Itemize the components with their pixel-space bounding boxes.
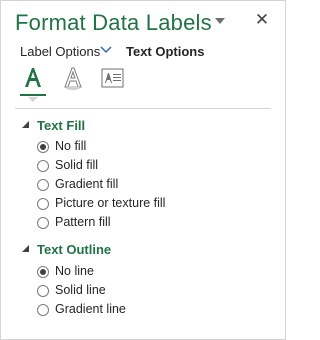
divider bbox=[15, 108, 271, 109]
tab-text-options[interactable]: Text Options bbox=[126, 44, 204, 59]
selected-notch bbox=[28, 97, 38, 102]
selected-underline bbox=[20, 94, 46, 96]
text-effects-icon[interactable] bbox=[60, 65, 86, 93]
radio-button[interactable] bbox=[37, 285, 49, 297]
radio-button[interactable] bbox=[37, 266, 49, 278]
collapse-triangle-icon bbox=[22, 245, 29, 252]
text-fill-outline-icon[interactable] bbox=[20, 65, 46, 102]
chevron-down-icon[interactable] bbox=[100, 46, 112, 54]
radio-button[interactable] bbox=[37, 198, 49, 210]
radio-button[interactable] bbox=[37, 141, 49, 153]
format-data-labels-pane: Format Data Labels ✕ Label Options Text … bbox=[0, 0, 286, 340]
radio-button[interactable] bbox=[37, 160, 49, 172]
textbox-icon[interactable] bbox=[100, 65, 126, 93]
radio-label: Pattern fill bbox=[55, 215, 111, 229]
pane-title: Format Data Labels bbox=[15, 10, 212, 35]
radio-button[interactable] bbox=[37, 304, 49, 316]
radio-label: Solid line bbox=[55, 283, 106, 297]
section-heading-text-outline: Text Outline bbox=[37, 242, 112, 257]
radio-label: Solid fill bbox=[55, 158, 99, 172]
close-icon[interactable]: ✕ bbox=[254, 11, 270, 28]
radio-label: No line bbox=[55, 264, 94, 278]
radio-button[interactable] bbox=[37, 217, 49, 229]
tab-label-options[interactable]: Label Options bbox=[20, 44, 100, 59]
radio-label: Gradient line bbox=[55, 302, 126, 316]
radio-button[interactable] bbox=[37, 179, 49, 191]
radio-label: No fill bbox=[55, 139, 87, 153]
collapse-triangle-icon bbox=[22, 121, 29, 128]
radio-label: Picture or texture fill bbox=[55, 196, 166, 210]
section-heading-text-fill: Text Fill bbox=[37, 118, 86, 133]
radio-label: Gradient fill bbox=[55, 177, 119, 191]
chevron-down-icon[interactable] bbox=[215, 18, 225, 24]
